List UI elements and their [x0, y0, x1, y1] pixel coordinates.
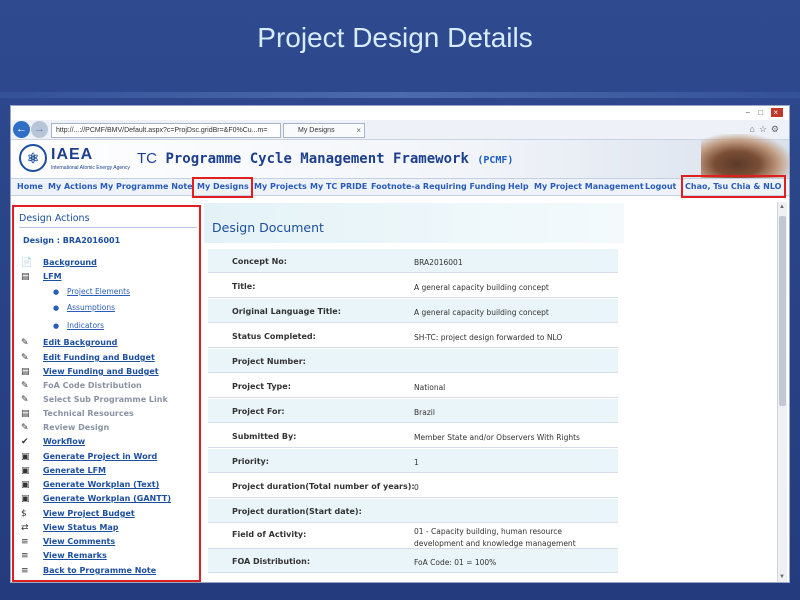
slide-divider: [0, 92, 800, 98]
document-row: Submitted By: Member State and/or Observe…: [208, 424, 618, 448]
browser-tab[interactable]: My Designs ×: [283, 123, 365, 138]
document-field-label: Title:: [232, 282, 256, 291]
app-header: ⚛ IAEA International Atomic Energy Agenc…: [11, 134, 789, 184]
document-field-label: Project Type:: [232, 382, 291, 391]
document-field-label: Project For:: [232, 407, 285, 416]
document-field-label: Status Completed:: [232, 332, 316, 341]
document-row: Original Language Title: A general capaci…: [208, 299, 618, 323]
document-field-value: National: [414, 383, 446, 392]
maximize-icon[interactable]: □: [758, 108, 766, 117]
highlight-sidebar: [12, 205, 201, 582]
document-row: Project duration(Start date):: [208, 499, 618, 523]
back-icon[interactable]: ←: [13, 121, 30, 138]
scroll-up-icon[interactable]: ▲: [779, 204, 785, 210]
scroll-down-icon[interactable]: ▼: [779, 574, 785, 580]
document-field-label: Submitted By:: [232, 432, 297, 441]
nav-my-programme-note[interactable]: My Programme Note: [100, 182, 193, 191]
document-field-value: Brazil: [414, 408, 435, 417]
iaea-emblem-icon: ⚛: [19, 144, 47, 172]
address-row: ← → http://...://PCMF/BMV/Default.aspx?c…: [11, 120, 789, 140]
iaea-logo[interactable]: IAEA: [51, 146, 93, 164]
window-controls[interactable]: − □ ×: [745, 108, 783, 117]
document-field-label: Field of Activity:: [232, 530, 307, 539]
document-field-value: BRA2016001: [414, 258, 463, 267]
iaea-logo-subtitle: International Atomic Energy Agency: [51, 165, 130, 171]
document-field-value: FoA Code: 01 = 100%: [414, 558, 497, 567]
document-field-label: Link to PB Programme:: [232, 582, 336, 583]
page-scrollbar[interactable]: ▲ ▼: [777, 202, 787, 582]
document-row: Project Type: National: [208, 374, 618, 398]
document-row: Field of Activity: 01 - Capacity building…: [208, 522, 618, 549]
app-title-prefix: TC: [137, 150, 157, 167]
nav-logout[interactable]: Logout: [645, 182, 676, 191]
app-title: TC Programme Cycle Management Framework …: [137, 150, 513, 167]
document-row: Priority: 1: [208, 449, 618, 473]
document-field-value: SH-TC: project design forwarded to NLO: [414, 333, 563, 342]
tab-close-icon[interactable]: ×: [356, 124, 361, 137]
nav-footnote-a[interactable]: Footnote-a Requiring Funding: [371, 182, 506, 191]
nav-my-tc-pride[interactable]: My TC PRIDE: [310, 182, 367, 191]
document-row: Project Number:: [208, 349, 618, 373]
browser-window: − □ × ← → http://...://PCMF/BMV/Default.…: [10, 105, 790, 583]
settings-icon[interactable]: ⚙: [771, 124, 783, 134]
main-nav: Home My Actions My Programme Note My Des…: [11, 178, 789, 196]
document-header: Design Document: [204, 203, 624, 243]
highlight-user: [681, 175, 786, 198]
tab-label: My Designs: [298, 127, 335, 134]
home-icon[interactable]: ⌂: [749, 124, 758, 134]
nav-my-actions[interactable]: My Actions: [48, 182, 97, 191]
close-icon[interactable]: ×: [771, 108, 783, 117]
document-field-value: Member State and/or Observers With Right…: [414, 433, 580, 442]
design-document-panel: Design Document Concept No: BRA2016001 Tit…: [204, 203, 624, 583]
scroll-thumb[interactable]: [779, 216, 786, 406]
document-row: Link to PB Programme: There is No PB Prog…: [208, 574, 618, 583]
highlight-my-designs: [192, 177, 253, 198]
document-field-value: 1: [414, 458, 419, 467]
document-row: Title: A general capacity building concep…: [208, 274, 618, 298]
document-field-value: 01 - Capacity building, human resource d…: [414, 527, 576, 548]
document-field-label: Project duration(Total number of years):: [232, 482, 415, 491]
app-title-suffix: (PCMF): [477, 155, 514, 166]
forward-icon[interactable]: →: [31, 121, 48, 138]
document-row: FOA Distribution: FoA Code: 01 = 100%: [208, 549, 618, 573]
nav-home[interactable]: Home: [17, 182, 43, 191]
minimize-icon[interactable]: −: [745, 108, 753, 117]
document-field-label: FOA Distribution:: [232, 557, 311, 566]
address-bar[interactable]: http://...://PCMF/BMV/Default.aspx?c=Pro…: [51, 123, 281, 138]
document-field-label: Project duration(Start date):: [232, 507, 362, 516]
slide-title: Project Design Details: [257, 22, 533, 53]
document-field-value: 0: [414, 483, 419, 492]
document-field-value: A general capacity building concept: [414, 308, 549, 317]
document-field-label: Original Language Title:: [232, 307, 341, 316]
nav-help[interactable]: Help: [508, 182, 529, 191]
document-row: Project duration(Total number of years):…: [208, 474, 618, 498]
document-field-label: Priority:: [232, 457, 269, 466]
nav-my-projects[interactable]: My Projects: [254, 182, 307, 191]
document-field-value: There is No PB Programme Link: [414, 582, 594, 583]
document-row: Status Completed: SH-TC: project design f…: [208, 324, 618, 348]
app-title-main: Programme Cycle Management Framework: [165, 151, 469, 167]
document-field-label: Concept No:: [232, 257, 287, 266]
document-field-label: Project Number:: [232, 357, 306, 366]
document-title: Design Document: [212, 220, 324, 235]
nav-my-project-management[interactable]: My Project Management: [534, 182, 644, 191]
document-row: Concept No: BRA2016001: [208, 249, 618, 273]
favorites-icon[interactable]: ☆: [759, 124, 771, 134]
document-field-value: A general capacity building concept: [414, 283, 549, 292]
document-row: Project For: Brazil: [208, 399, 618, 423]
